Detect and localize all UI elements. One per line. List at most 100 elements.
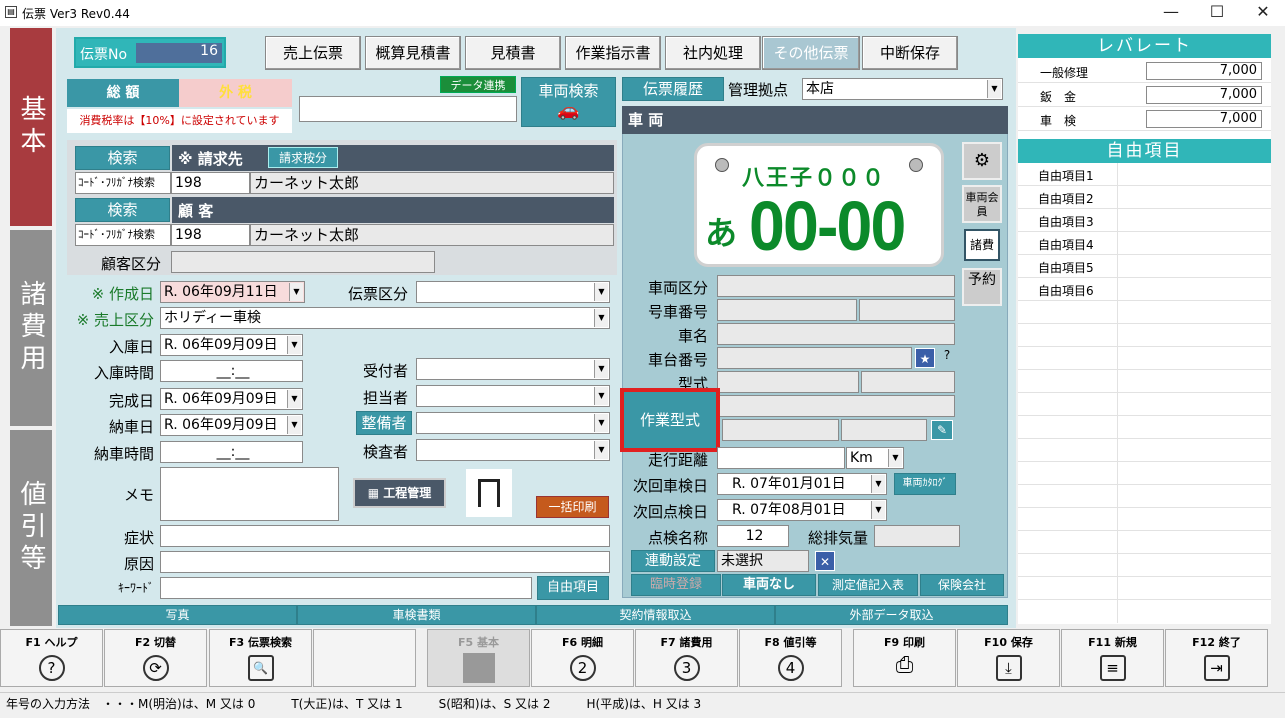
in-date-field[interactable]: R. 06年09月09日 ▼ xyxy=(160,334,303,356)
batch-print-button[interactable]: 一括印刷 xyxy=(536,496,609,518)
total-amount-field[interactable] xyxy=(299,96,517,122)
schedule-button[interactable]: ▦ 工程管理 xyxy=(353,478,446,508)
customer-search-button[interactable]: 検索 xyxy=(75,198,170,222)
inspection-docs-button[interactable]: 車検書類 xyxy=(297,605,536,625)
chevron-down-icon[interactable]: ▼ xyxy=(871,475,885,493)
cause-field[interactable] xyxy=(160,551,610,573)
free-item-row[interactable] xyxy=(1018,577,1271,600)
f7-expenses-button[interactable]: F7 諸費用 3 xyxy=(635,629,738,687)
mileage-field[interactable] xyxy=(717,447,845,469)
next-inspect-field[interactable]: R. 07年01月01日 ▼ xyxy=(717,473,887,495)
vehicle-catalog-button[interactable]: 車両ｶﾀﾛｸﾞ xyxy=(894,473,956,495)
close-icon[interactable]: ✕ xyxy=(1240,0,1285,26)
tab-estimate[interactable]: 見積書 xyxy=(465,36,561,70)
link-settings-button[interactable]: 連動設定 xyxy=(631,550,715,572)
billing-code-field[interactable]: 198 xyxy=(171,172,250,194)
tab-internal[interactable]: 社内処理 xyxy=(665,36,761,70)
insurance-button[interactable]: 保険会社 xyxy=(920,574,1004,596)
free-item-row[interactable] xyxy=(1018,439,1271,462)
free-item-row[interactable]: 自由項目4 xyxy=(1018,232,1271,255)
lever-value[interactable]: 7,000 xyxy=(1146,86,1262,104)
tab-basic[interactable]: 基本 xyxy=(10,28,52,226)
chevron-down-icon[interactable]: ▼ xyxy=(594,360,608,378)
free-item-row[interactable] xyxy=(1018,301,1271,324)
tab-work-order[interactable]: 作業指示書 xyxy=(565,36,661,70)
deliv-time-field[interactable]: __:__ xyxy=(160,441,303,463)
reservation-button[interactable]: 予約 xyxy=(962,268,1002,306)
free-item-row[interactable]: 自由項目5 xyxy=(1018,255,1271,278)
free-item-row[interactable] xyxy=(1018,370,1271,393)
free-item-row[interactable] xyxy=(1018,462,1271,485)
minimize-icon[interactable]: — xyxy=(1148,0,1194,26)
free-item-row[interactable]: 自由項目3 xyxy=(1018,209,1271,232)
mechanic-button[interactable]: 整備者 xyxy=(356,411,412,435)
car-settings-icon[interactable]: ⚙ xyxy=(962,142,1002,180)
next-check-field[interactable]: R. 07年08月01日 ▼ xyxy=(717,499,887,521)
f8-discount-button[interactable]: F8 値引等 4 xyxy=(739,629,842,687)
tab-other-slip[interactable]: その他伝票 xyxy=(762,36,860,70)
in-time-field[interactable]: __:__ xyxy=(160,360,303,382)
chevron-down-icon[interactable]: ▼ xyxy=(987,80,1001,98)
memo-field[interactable] xyxy=(160,467,339,521)
mileage-unit-select[interactable]: Km ▼ xyxy=(846,447,904,469)
free-item-row[interactable]: 自由項目6 xyxy=(1018,278,1271,301)
free-item-button[interactable]: 自由項目 xyxy=(537,576,609,600)
free-item-row[interactable] xyxy=(1018,531,1271,554)
slip-history-button[interactable]: 伝票履歴 xyxy=(622,77,724,101)
free-item-row[interactable] xyxy=(1018,508,1271,531)
chevron-down-icon[interactable]: ▼ xyxy=(287,416,301,434)
expenses-button[interactable]: 諸費 xyxy=(964,229,1000,261)
split-billing-button[interactable]: 請求按分 xyxy=(268,147,339,168)
tab-sales-slip[interactable]: 売上伝票 xyxy=(265,36,361,70)
staff-select[interactable]: ▼ xyxy=(416,385,610,407)
free-item-row[interactable] xyxy=(1018,416,1271,439)
contract-import-button[interactable]: 契約情報取込 xyxy=(536,605,775,625)
keyword-field[interactable] xyxy=(160,577,532,599)
lever-value[interactable]: 7,000 xyxy=(1146,62,1262,80)
f2-switch-button[interactable]: F2 切替 ⟳ xyxy=(104,629,207,687)
chevron-down-icon[interactable]: ▼ xyxy=(287,390,301,408)
tab-rough-estimate[interactable]: 概算見積書 xyxy=(365,36,461,70)
inspector-select[interactable]: ▼ xyxy=(416,439,610,461)
data-link-button[interactable]: データ連携 xyxy=(440,76,516,93)
star-icon[interactable]: ★ xyxy=(915,348,935,368)
f3-search-button[interactable]: F3 伝票検索 🔍 xyxy=(209,629,312,687)
chevron-down-icon[interactable]: ▼ xyxy=(289,283,303,301)
work-model-button[interactable]: 作業型式 xyxy=(620,388,720,452)
f1-help-button[interactable]: F1 ヘルプ? xyxy=(0,629,103,687)
chevron-down-icon[interactable]: ▼ xyxy=(594,387,608,405)
clear-icon[interactable]: ✕ xyxy=(815,551,835,571)
f12-exit-button[interactable]: F12 終了 ⇥ xyxy=(1165,629,1268,687)
created-date-field[interactable]: R. 06年09月11日 ▼ xyxy=(160,281,305,303)
no-vehicle-button[interactable]: 車両なし xyxy=(722,574,816,596)
chevron-down-icon[interactable]: ▼ xyxy=(287,336,301,354)
check-name-field[interactable]: 12 xyxy=(717,525,789,547)
tab-expenses[interactable]: 諸費用 xyxy=(10,230,52,426)
tab-suspend-save[interactable]: 中断保存 xyxy=(862,36,958,70)
free-item-row[interactable] xyxy=(1018,347,1271,370)
f9-print-button[interactable]: F9 印刷 ⎙ xyxy=(853,629,956,687)
lever-value[interactable]: 7,000 xyxy=(1146,110,1262,128)
edit-icon[interactable]: ✎ xyxy=(931,420,953,440)
billing-search-button[interactable]: 検索 xyxy=(75,146,170,170)
free-item-row[interactable]: 自由項目1 xyxy=(1018,163,1271,186)
vehicle-search-button[interactable]: 車両検索 🚗 xyxy=(521,77,616,127)
deliv-date-field[interactable]: R. 06年09月09日 ▼ xyxy=(160,414,303,436)
photo-button[interactable]: 写真 xyxy=(58,605,297,625)
chevron-down-icon[interactable]: ▼ xyxy=(594,441,608,459)
chevron-down-icon[interactable]: ▼ xyxy=(871,501,885,519)
chevron-down-icon[interactable]: ▼ xyxy=(594,309,608,327)
done-date-field[interactable]: R. 06年09月09日 ▼ xyxy=(160,388,303,410)
external-import-button[interactable]: 外部データ取込 xyxy=(775,605,1008,625)
slip-type-select[interactable]: ▼ xyxy=(416,281,610,303)
free-item-row[interactable] xyxy=(1018,554,1271,577)
measurement-sheet-button[interactable]: 測定値記入表 xyxy=(818,574,918,596)
free-item-row[interactable] xyxy=(1018,324,1271,347)
receiver-select[interactable]: ▼ xyxy=(416,358,610,380)
symptom-field[interactable] xyxy=(160,525,610,547)
sales-type-select[interactable]: ホリディー車検 ▼ xyxy=(160,307,610,329)
tab-discount[interactable]: 値引等 xyxy=(10,430,52,626)
free-item-row[interactable]: 自由項目2 xyxy=(1018,186,1271,209)
bookmark-button[interactable] xyxy=(466,469,512,517)
help-icon[interactable]: ? xyxy=(938,348,956,368)
